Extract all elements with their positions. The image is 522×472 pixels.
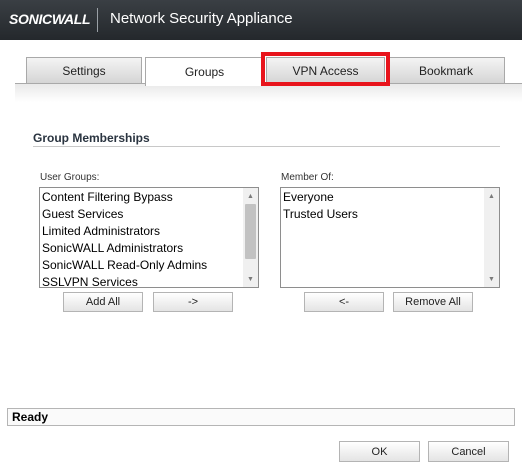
tab-settings[interactable]: Settings — [26, 57, 142, 83]
scrollbar-thumb[interactable] — [245, 204, 256, 259]
app-header: SONICWALL Network Security Appliance — [0, 0, 522, 40]
list-item[interactable]: Everyone — [283, 189, 483, 206]
member-of-scrollbar[interactable]: ▲ ▼ — [484, 188, 499, 287]
cancel-button[interactable]: Cancel — [428, 441, 509, 462]
list-item[interactable]: Content Filtering Bypass — [42, 189, 242, 206]
list-item[interactable]: Limited Administrators — [42, 223, 242, 240]
scroll-down-icon[interactable]: ▼ — [243, 272, 258, 286]
user-groups-list[interactable]: Content Filtering Bypass Guest Services … — [39, 187, 259, 288]
list-item[interactable]: Guest Services — [42, 206, 242, 223]
scroll-up-icon[interactable]: ▲ — [243, 189, 258, 203]
list-item[interactable]: SonicWALL Administrators — [42, 240, 242, 257]
ok-button[interactable]: OK — [339, 441, 420, 462]
list-item[interactable]: SonicWALL Read-Only Admins — [42, 257, 242, 274]
status-bar: Ready — [7, 408, 515, 426]
user-groups-label: User Groups: — [40, 172, 100, 183]
scroll-down-icon[interactable]: ▼ — [484, 272, 499, 286]
tab-bar-shade — [15, 84, 522, 102]
sonicwall-logo: SONICWALL — [9, 11, 91, 27]
add-all-button[interactable]: Add All — [63, 292, 143, 312]
user-groups-scrollbar[interactable]: ▲ ▼ — [243, 188, 258, 287]
member-of-list[interactable]: Everyone Trusted Users ▲ ▼ — [280, 187, 500, 288]
section-title: Group Memberships — [33, 131, 150, 145]
remove-button[interactable]: <- — [304, 292, 384, 312]
header-divider — [97, 8, 98, 32]
app-title: Network Security Appliance — [110, 10, 293, 27]
scroll-up-icon[interactable]: ▲ — [484, 189, 499, 203]
vpn-access-highlight-box — [261, 52, 390, 86]
tab-bookmark[interactable]: Bookmark — [387, 57, 505, 83]
remove-all-button[interactable]: Remove All — [393, 292, 473, 312]
tab-groups[interactable]: Groups — [145, 57, 264, 86]
list-item[interactable]: Trusted Users — [283, 206, 483, 223]
section-divider — [33, 146, 500, 147]
list-item[interactable]: SSLVPN Services — [42, 274, 242, 287]
member-of-label: Member Of: — [281, 172, 334, 183]
add-button[interactable]: -> — [153, 292, 233, 312]
